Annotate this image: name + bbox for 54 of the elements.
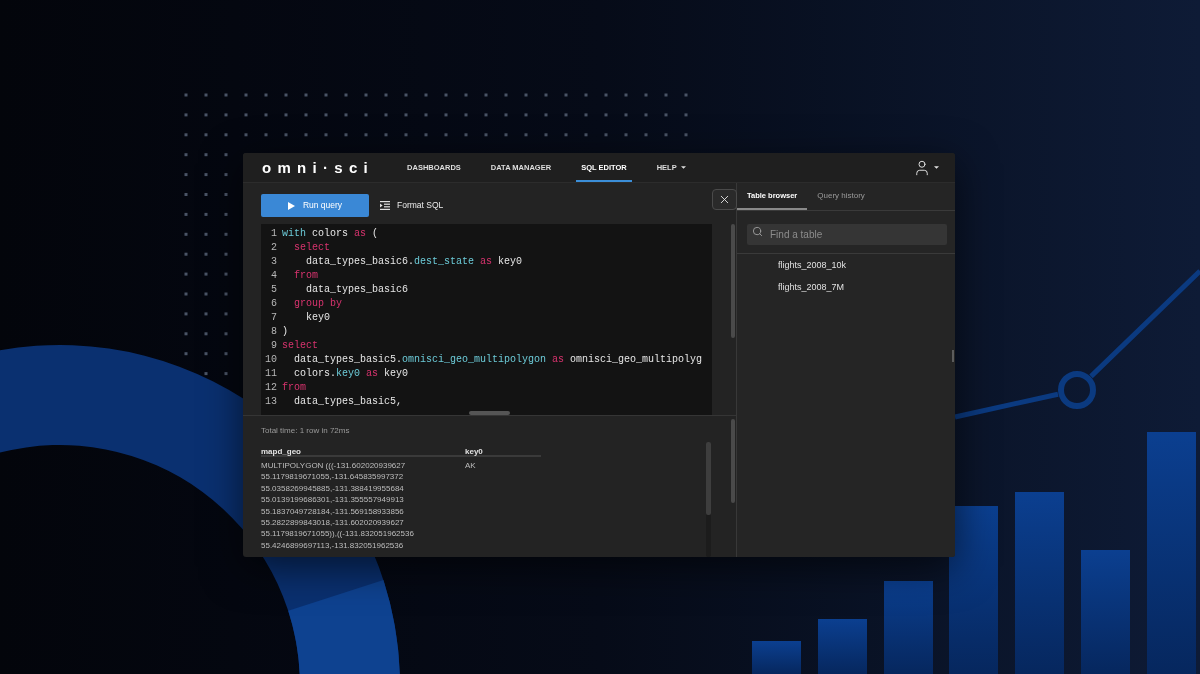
line-number: 4 bbox=[271, 269, 277, 283]
line-number: 7 bbox=[271, 311, 277, 325]
close-icon bbox=[718, 193, 731, 206]
line-number: 10 bbox=[265, 353, 277, 367]
scrollbar-thumb[interactable] bbox=[706, 442, 711, 515]
table-cell-text: MULTIPOLYGON (((-131.602020939627 55.1179819671055,-131.645835997372 55.0358269945885,-131.388419955684 55.0139199686301,-131.355557949913 55.1837049728184,-131.569158933856 55.2822899843018,-131.602020939627 55.1179819671055)),((-131.832051962536 55.4246899697113,-131.832051962536 bbox=[261, 460, 415, 552]
scrollbar[interactable] bbox=[706, 442, 711, 557]
query-status-text: Total time: 1 row in 72ms bbox=[261, 425, 350, 436]
line-number: 9 bbox=[271, 339, 277, 353]
code-line: data_types_basic5, bbox=[294, 395, 403, 409]
line-number: 11 bbox=[265, 367, 277, 381]
scrollbar[interactable] bbox=[469, 411, 510, 415]
line-number: 12 bbox=[265, 381, 277, 395]
table-list-item[interactable]: flights_2008_7M bbox=[778, 277, 845, 299]
code-line: select bbox=[282, 339, 318, 353]
code-line: data_types_basic6 bbox=[306, 283, 409, 297]
code-line: ) bbox=[282, 325, 288, 339]
table-cell: AK bbox=[465, 460, 476, 472]
format-sql-button[interactable]: Format SQL bbox=[380, 199, 444, 212]
line-number: 8 bbox=[271, 325, 277, 339]
chart-bar bbox=[818, 619, 867, 674]
code-line: select bbox=[294, 241, 331, 255]
play-icon bbox=[287, 201, 295, 210]
caret-icon bbox=[934, 166, 939, 169]
table-list-item[interactable]: flights_2008_10k bbox=[778, 255, 847, 277]
chart-bar bbox=[752, 641, 801, 674]
line-number: 13 bbox=[265, 395, 277, 409]
logo: omni·sci bbox=[262, 159, 375, 176]
close-button[interactable] bbox=[712, 189, 737, 210]
code-line: group by bbox=[294, 297, 343, 311]
panel-tab[interactable]: Query history bbox=[807, 183, 875, 210]
run-query-button[interactable]: Run query bbox=[261, 194, 369, 217]
search-icon bbox=[752, 226, 763, 237]
code-line: colors.key0 as key0 bbox=[294, 367, 409, 381]
point-marker bbox=[1058, 371, 1096, 409]
code-line: from bbox=[282, 381, 306, 395]
user-icon[interactable] bbox=[913, 158, 931, 177]
column-header: key0 bbox=[465, 446, 483, 456]
code-line: data_types_basic5.omnisci_geo_multipolygon as omnisci_geo_multipolyg bbox=[294, 353, 703, 367]
code-line: from bbox=[294, 269, 319, 283]
code-line: with colors as ( bbox=[282, 227, 379, 241]
code-line: key0 bbox=[306, 311, 331, 325]
search-field[interactable]: Find a table bbox=[747, 224, 947, 245]
line-number: 3 bbox=[271, 255, 277, 269]
line-number: 6 bbox=[271, 297, 277, 311]
code-line: data_types_basic6.dest_state as key0 bbox=[306, 255, 523, 269]
line-number: 5 bbox=[271, 283, 277, 297]
line-number: 1 bbox=[271, 227, 277, 241]
code-editor[interactable] bbox=[261, 224, 712, 415]
column-header: mapd_geo bbox=[261, 446, 301, 456]
caret-icon bbox=[680, 166, 686, 169]
indent-icon bbox=[380, 201, 390, 210]
line-number: 2 bbox=[271, 241, 277, 255]
resize-handle[interactable] bbox=[952, 350, 954, 362]
